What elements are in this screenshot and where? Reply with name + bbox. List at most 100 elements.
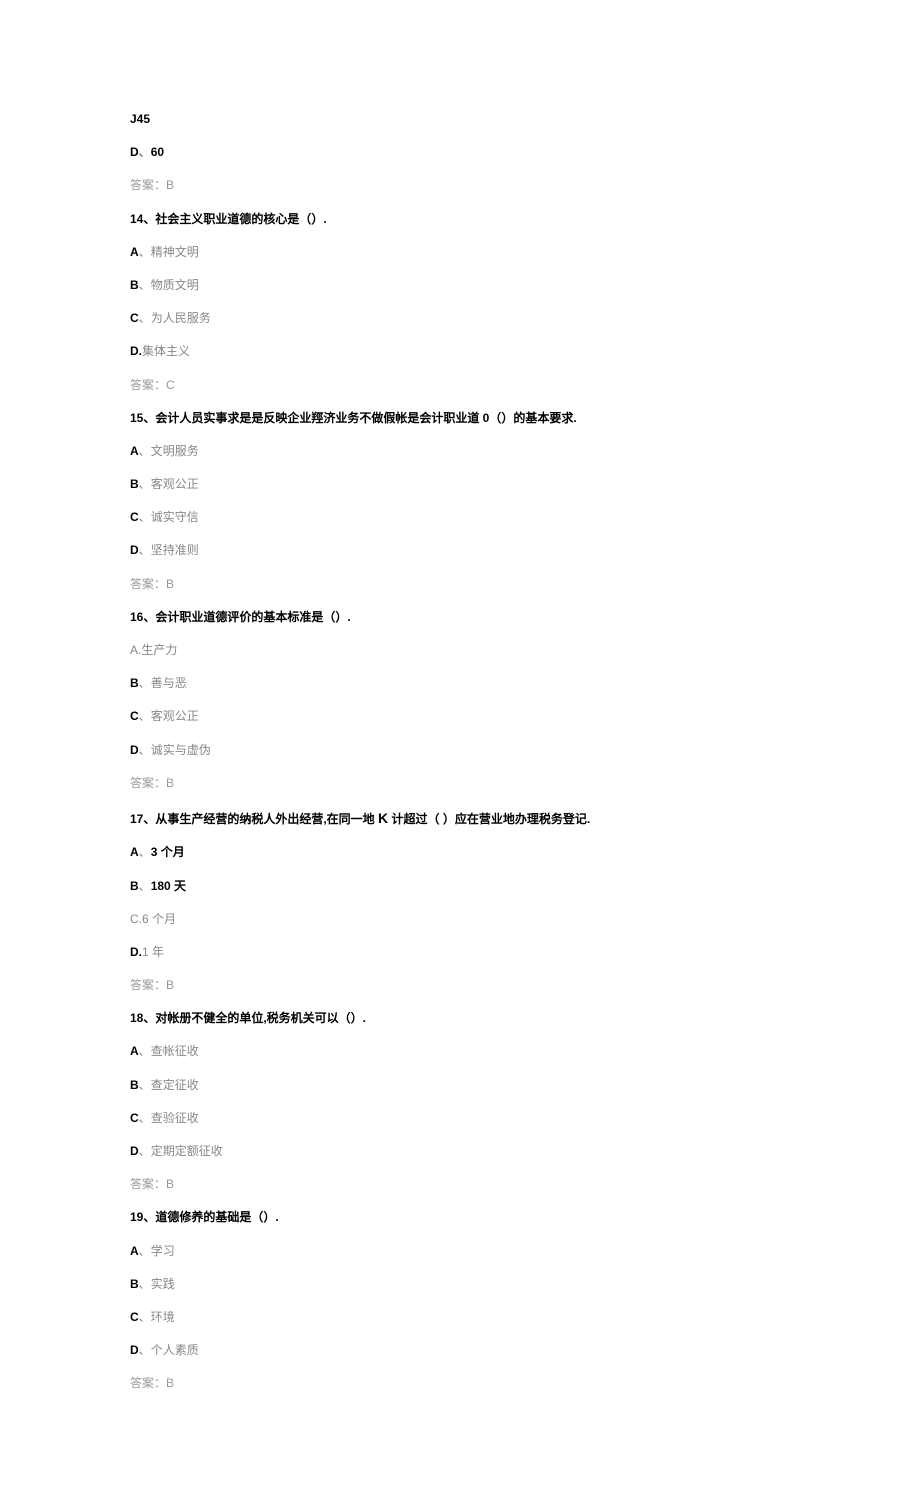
question-16: 16、会计职业道德评价的基本标准是（）.: [130, 608, 790, 627]
header-j45: J45: [130, 110, 790, 129]
option-label: D: [130, 543, 139, 557]
separator: 、: [139, 1310, 151, 1324]
q17-option-c: C.6 个月: [130, 910, 790, 929]
option-label: B: [130, 676, 139, 690]
option-text: 1 年: [142, 945, 164, 959]
separator: 、: [139, 845, 151, 859]
option-text: 学习: [151, 1244, 175, 1258]
q17-option-b: B、180 天: [130, 877, 790, 896]
option-label: A: [130, 1244, 139, 1258]
separator: 、: [139, 477, 151, 491]
q16-option-c: C、客观公正: [130, 707, 790, 726]
q15-option-a: A、文明服务: [130, 442, 790, 461]
answer-16: 答案：B: [130, 774, 790, 793]
answer-18: 答案：B: [130, 1175, 790, 1194]
separator: 、: [139, 543, 151, 557]
q17-text-pre: 17、从事生产经营的纳税人外出经营,在同一地: [130, 812, 378, 826]
separator: 、: [139, 510, 151, 524]
option-label: D.: [130, 344, 142, 358]
option-text: 客观公正: [151, 709, 199, 723]
option-text: 诚实守信: [151, 510, 199, 524]
separator: 、: [139, 278, 151, 292]
q19-option-c: C、环境: [130, 1308, 790, 1327]
option-label: B: [130, 879, 139, 893]
separator: 、: [139, 1111, 151, 1125]
separator: 、: [139, 1144, 151, 1158]
separator: 、: [139, 1343, 151, 1357]
q18-option-c: C、查验征收: [130, 1109, 790, 1128]
question-15: 15、会计人员实事求是是反映企业羥济业务不做假帐是会计职业道 0（）的基本要求.: [130, 409, 790, 428]
q15-option-b: B、客观公正: [130, 475, 790, 494]
option-text: 180 天: [151, 879, 186, 893]
answer-13: 答案：B: [130, 176, 790, 195]
q18-option-a: A、查帐征收: [130, 1042, 790, 1061]
option-label: C: [130, 1310, 139, 1324]
option-text: 坚持准则: [151, 543, 199, 557]
option-label: A: [130, 444, 139, 458]
q19-option-d: D、个人素质: [130, 1341, 790, 1360]
q14-option-d: D.集体主义: [130, 342, 790, 361]
option-text: 环境: [151, 1310, 175, 1324]
q17-letter-k: K: [378, 810, 388, 826]
option-label: A: [130, 1044, 139, 1058]
prev-option-d: D、60: [130, 143, 790, 162]
answer-14: 答案：C: [130, 376, 790, 395]
q17-text-post: 计超过（ ）应在营业地办理税务登记.: [388, 812, 590, 826]
separator: 、: [139, 1244, 151, 1258]
separator: 、: [139, 676, 151, 690]
option-text: 善与恶: [151, 676, 187, 690]
option-label: D.: [130, 945, 142, 959]
option-label: D: [130, 1343, 139, 1357]
option-label: D: [130, 743, 139, 757]
option-text: 查定征收: [151, 1078, 199, 1092]
separator: 、: [139, 743, 151, 757]
option-text: 为人民服务: [151, 311, 211, 325]
option-label: C: [130, 510, 139, 524]
question-19: 19、道德修养的基础是（）.: [130, 1208, 790, 1227]
q18-option-d: D、定期定额征收: [130, 1142, 790, 1161]
q19-option-b: B、实践: [130, 1275, 790, 1294]
option-label: A.: [130, 643, 141, 657]
option-label: C.: [130, 912, 142, 926]
q15-option-c: C、诚实守信: [130, 508, 790, 527]
separator: 、: [139, 245, 151, 259]
option-label: A: [130, 845, 139, 859]
separator: 、: [139, 1044, 151, 1058]
option-label: A: [130, 245, 139, 259]
q16-option-b: B、善与恶: [130, 674, 790, 693]
option-text: 集体主义: [142, 344, 190, 358]
separator: 、: [139, 879, 151, 893]
q19-option-a: A、学习: [130, 1242, 790, 1261]
option-text: 定期定额征收: [151, 1144, 223, 1158]
q18-option-b: B、查定征收: [130, 1076, 790, 1095]
option-label: B: [130, 1078, 139, 1092]
separator: 、: [139, 444, 151, 458]
separator: 、: [139, 145, 151, 159]
separator: 、: [139, 709, 151, 723]
option-label: D: [130, 1144, 139, 1158]
option-label: D: [130, 145, 139, 159]
option-text: 6 个月: [142, 912, 176, 926]
q17-option-a: A、3 个月: [130, 843, 790, 862]
separator: 、: [139, 311, 151, 325]
q16-option-d: D、诚实与虚伪: [130, 741, 790, 760]
question-14: 14、社会主义职业道德的核心是（）.: [130, 210, 790, 229]
option-text: 精神文明: [151, 245, 199, 259]
q16-option-a: A.生产力: [130, 641, 790, 660]
answer-15: 答案：B: [130, 575, 790, 594]
q14-option-c: C、为人民服务: [130, 309, 790, 328]
option-text: 3 个月: [151, 845, 185, 859]
option-text: 实践: [151, 1277, 175, 1291]
option-text: 生产力: [141, 643, 177, 657]
option-text: 文明服务: [151, 444, 199, 458]
option-text: 查帐征收: [151, 1044, 199, 1058]
option-text: 诚实与虚伪: [151, 743, 211, 757]
question-17: 17、从事生产经营的纳税人外出经营,在同一地 K 计超过（ ）应在营业地办理税务…: [130, 807, 790, 829]
answer-19: 答案：B: [130, 1374, 790, 1393]
option-text: 查验征收: [151, 1111, 199, 1125]
option-text: 物质文明: [151, 278, 199, 292]
option-text: 客观公正: [151, 477, 199, 491]
option-label: C: [130, 709, 139, 723]
q15-option-d: D、坚持准则: [130, 541, 790, 560]
option-label: B: [130, 278, 139, 292]
